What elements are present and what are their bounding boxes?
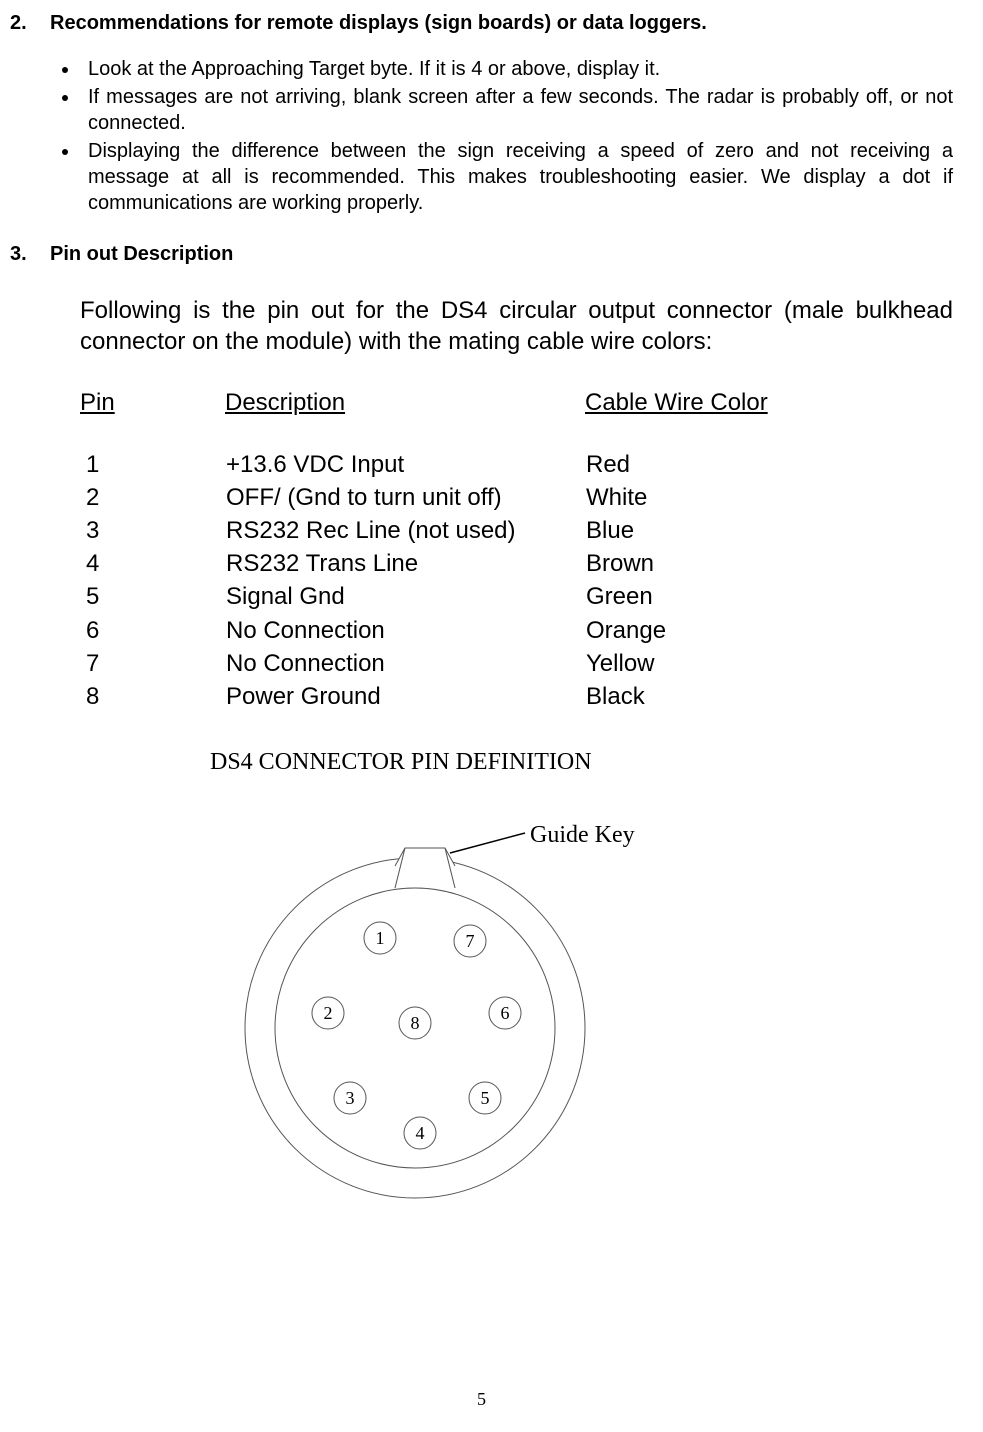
pinout-table: Pin Description Cable Wire Color 1 +13.6…: [80, 387, 953, 712]
cell-color: Black: [586, 681, 645, 712]
cell-pin: 7: [80, 648, 226, 679]
cell-pin: 5: [80, 581, 226, 612]
section-2-title: Recommendations for remote displays (sig…: [50, 10, 707, 36]
diagram-title: DS4 CONNECTOR PIN DEFINITION: [210, 747, 953, 778]
pin-8-label: 8: [411, 1013, 420, 1033]
table-row: 5 Signal Gnd Green: [80, 581, 953, 612]
table-row: 1 +13.6 VDC Input Red: [80, 449, 953, 480]
section-2-number: 2.: [10, 10, 50, 36]
cell-color: Green: [586, 581, 653, 612]
cell-pin: 8: [80, 681, 226, 712]
pin-1-label: 1: [376, 928, 385, 948]
table-row: 2 OFF/ (Gnd to turn unit off) White: [80, 482, 953, 513]
pin-4-label: 4: [416, 1123, 425, 1143]
pin-3-label: 3: [346, 1088, 355, 1108]
table-row: 8 Power Ground Black: [80, 681, 953, 712]
connector-icon: 1 7 2 8 6 3 5 4: [240, 808, 600, 1208]
section-3-number: 3.: [10, 241, 50, 267]
pin-6-label: 6: [501, 1003, 510, 1023]
section-2-bullets: Look at the Approaching Target byte. If …: [10, 56, 953, 216]
header-description: Description: [225, 387, 585, 418]
bullet-item: Look at the Approaching Target byte. If …: [80, 56, 953, 82]
bullet-item: If messages are not arriving, blank scre…: [80, 84, 953, 136]
table-row: 4 RS232 Trans Line Brown: [80, 548, 953, 579]
cell-color: Red: [586, 449, 630, 480]
cell-pin: 6: [80, 615, 226, 646]
pin-2-label: 2: [324, 1003, 333, 1023]
bullet-item: Displaying the difference between the si…: [80, 138, 953, 216]
pin-5-label: 5: [481, 1088, 490, 1108]
cell-color: White: [586, 482, 647, 513]
cell-desc: OFF/ (Gnd to turn unit off): [226, 482, 586, 513]
section-3-intro: Following is the pin out for the DS4 cir…: [80, 295, 953, 357]
header-color: Cable Wire Color: [585, 387, 768, 418]
cell-desc: No Connection: [226, 648, 586, 679]
cell-pin: 2: [80, 482, 226, 513]
pinout-header-row: Pin Description Cable Wire Color: [80, 387, 953, 418]
cell-desc: Power Ground: [226, 681, 586, 712]
page-number: 5: [10, 1388, 953, 1411]
header-pin: Pin: [80, 387, 225, 418]
cell-color: Blue: [586, 515, 634, 546]
cell-desc: Signal Gnd: [226, 581, 586, 612]
pin-7-label: 7: [466, 931, 475, 951]
section-2-heading: 2. Recommendations for remote displays (…: [10, 10, 953, 36]
cell-pin: 4: [80, 548, 226, 579]
cell-desc: +13.6 VDC Input: [226, 449, 586, 480]
section-3-title: Pin out Description: [50, 241, 233, 267]
table-row: 7 No Connection Yellow: [80, 648, 953, 679]
cell-desc: RS232 Rec Line (not used): [226, 515, 586, 546]
cell-pin: 3: [80, 515, 226, 546]
cell-color: Brown: [586, 548, 654, 579]
cell-color: Orange: [586, 615, 666, 646]
cell-desc: RS232 Trans Line: [226, 548, 586, 579]
section-3-heading: 3. Pin out Description: [10, 241, 953, 267]
cell-desc: No Connection: [226, 615, 586, 646]
cell-color: Yellow: [586, 648, 655, 679]
table-row: 3 RS232 Rec Line (not used) Blue: [80, 515, 953, 546]
connector-diagram: Guide Key 1 7 2 8 6 3 5 4: [240, 808, 740, 1238]
cell-pin: 1: [80, 449, 226, 480]
table-row: 6 No Connection Orange: [80, 615, 953, 646]
